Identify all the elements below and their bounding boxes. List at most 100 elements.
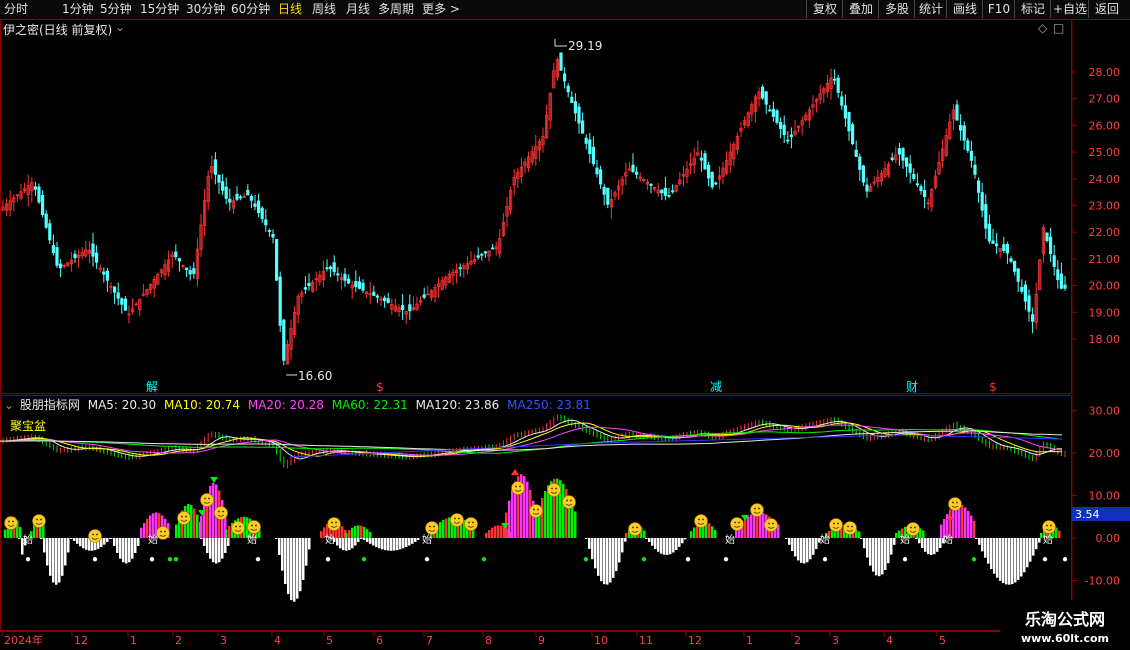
smiley-eye xyxy=(837,522,839,525)
tab-multi-period[interactable]: 多周期 xyxy=(378,1,414,17)
indicator-tick-label: 0.00 xyxy=(1096,532,1121,545)
negative-bar xyxy=(137,538,140,546)
candle-body xyxy=(48,223,52,241)
negative-bar xyxy=(794,538,797,557)
negative-bar xyxy=(618,538,621,563)
positive-bar xyxy=(511,490,514,538)
smiley-eye xyxy=(40,518,42,521)
candle-body xyxy=(714,182,718,185)
negative-bar xyxy=(284,538,287,585)
candle-body xyxy=(833,78,837,81)
smiley-eye xyxy=(208,497,210,500)
candle-body xyxy=(840,96,844,106)
negative-bar xyxy=(939,538,942,548)
time-tick-label: 6 xyxy=(376,634,383,647)
smiley-eye xyxy=(570,499,572,502)
tab-60min[interactable]: 60分钟 xyxy=(231,1,270,17)
negative-bar xyxy=(1011,538,1014,585)
positive-bar xyxy=(574,511,577,538)
candle-body xyxy=(1005,244,1010,254)
negative-bar xyxy=(806,538,809,563)
candle-body xyxy=(55,247,59,266)
candle-body xyxy=(174,251,178,258)
candle-body xyxy=(192,268,196,274)
signal-dot xyxy=(971,557,977,562)
tab-weekly[interactable]: 周线 xyxy=(312,1,336,17)
positive-bar xyxy=(497,525,500,538)
start-signal-label: 始 xyxy=(23,533,33,546)
mark-button[interactable]: 标记 xyxy=(1014,0,1051,18)
candle-body xyxy=(901,148,905,161)
candle-body xyxy=(116,292,120,299)
candle-body xyxy=(566,85,570,93)
candle-body xyxy=(33,186,38,190)
draw-line-button[interactable]: 画线 xyxy=(946,0,983,18)
multi-stock-button[interactable]: 多股 xyxy=(878,0,915,18)
tab-30min[interactable]: 30分钟 xyxy=(186,1,225,17)
tab-monthly[interactable]: 月线 xyxy=(346,1,370,17)
positive-bar xyxy=(858,531,861,538)
candle-body xyxy=(328,266,333,270)
time-tick-label: 3 xyxy=(832,634,839,647)
candle-body xyxy=(59,263,63,269)
event-marker: 减 xyxy=(710,380,722,394)
negative-bar xyxy=(58,538,61,583)
overlay-button[interactable]: 叠加 xyxy=(842,0,879,18)
restore-rights-button[interactable]: 复权 xyxy=(806,0,843,18)
negative-bar xyxy=(212,538,215,563)
negative-bar xyxy=(290,538,293,601)
tab-more[interactable]: 更多 > xyxy=(422,1,460,17)
time-tick-label: 9 xyxy=(538,634,545,647)
negative-bar xyxy=(64,538,67,566)
negative-bar xyxy=(594,538,597,569)
negative-bar xyxy=(651,538,654,546)
time-tick-label: 2024年 xyxy=(4,633,43,647)
positive-bar xyxy=(341,526,344,538)
negative-bar xyxy=(363,538,366,540)
tab-daily[interactable]: 日线 xyxy=(278,1,302,17)
tab-5min[interactable]: 5分钟 xyxy=(100,1,132,17)
negative-bar xyxy=(924,538,927,552)
candlestick-chart[interactable]: 28.00 27.00 26.00 25.00 24.00 23.00 22.00 21.00… xyxy=(0,19,1130,394)
positive-bar xyxy=(366,529,369,538)
candle-body xyxy=(699,157,704,161)
add-watchlist-button[interactable]: +自选 xyxy=(1050,0,1089,18)
back-button[interactable]: 返回 xyxy=(1088,0,1125,18)
f10-button[interactable]: F10 xyxy=(982,0,1015,18)
candle-body xyxy=(235,193,239,200)
high-pointer xyxy=(554,39,567,47)
smiley-eye xyxy=(754,507,756,510)
candle-body xyxy=(1023,284,1027,302)
time-tick-label: 1 xyxy=(130,634,137,647)
candle-body xyxy=(847,111,851,132)
positive-bar xyxy=(345,532,348,538)
negative-bar xyxy=(375,538,378,548)
indicator-tick-label: 10.00 xyxy=(1089,490,1121,503)
positive-bar xyxy=(544,491,547,538)
tab-fenshi[interactable]: 分时 xyxy=(4,1,28,17)
smiley-icon xyxy=(730,517,744,531)
candle-body xyxy=(973,164,977,175)
tab-1min[interactable]: 1分钟 xyxy=(62,1,94,17)
candle-body xyxy=(102,271,106,275)
candle-body xyxy=(361,282,365,291)
candle-body xyxy=(1013,260,1017,272)
candle-body xyxy=(962,125,966,141)
negative-bar xyxy=(206,538,209,553)
positive-bar xyxy=(354,525,357,538)
negative-bar xyxy=(981,538,984,552)
indicator-chart[interactable]: 30.00 20.00 10.00 0.00 -10.00 3.54 始 始 始 始 始 始 始 始 始 始 xyxy=(0,395,1130,631)
candle-body xyxy=(851,124,855,145)
statistics-button[interactable]: 统计 xyxy=(914,0,947,18)
smiley-eye xyxy=(433,525,435,528)
negative-bar xyxy=(345,538,348,551)
positive-bar xyxy=(500,525,503,538)
negative-bar xyxy=(1038,538,1041,543)
signal-dot xyxy=(424,557,430,562)
negative-bar xyxy=(612,538,615,578)
candle-body xyxy=(710,172,714,188)
candle-body xyxy=(480,253,484,256)
negative-bar xyxy=(399,538,402,550)
tab-15min[interactable]: 15分钟 xyxy=(140,1,179,17)
start-signal-label: 始 xyxy=(247,533,257,546)
